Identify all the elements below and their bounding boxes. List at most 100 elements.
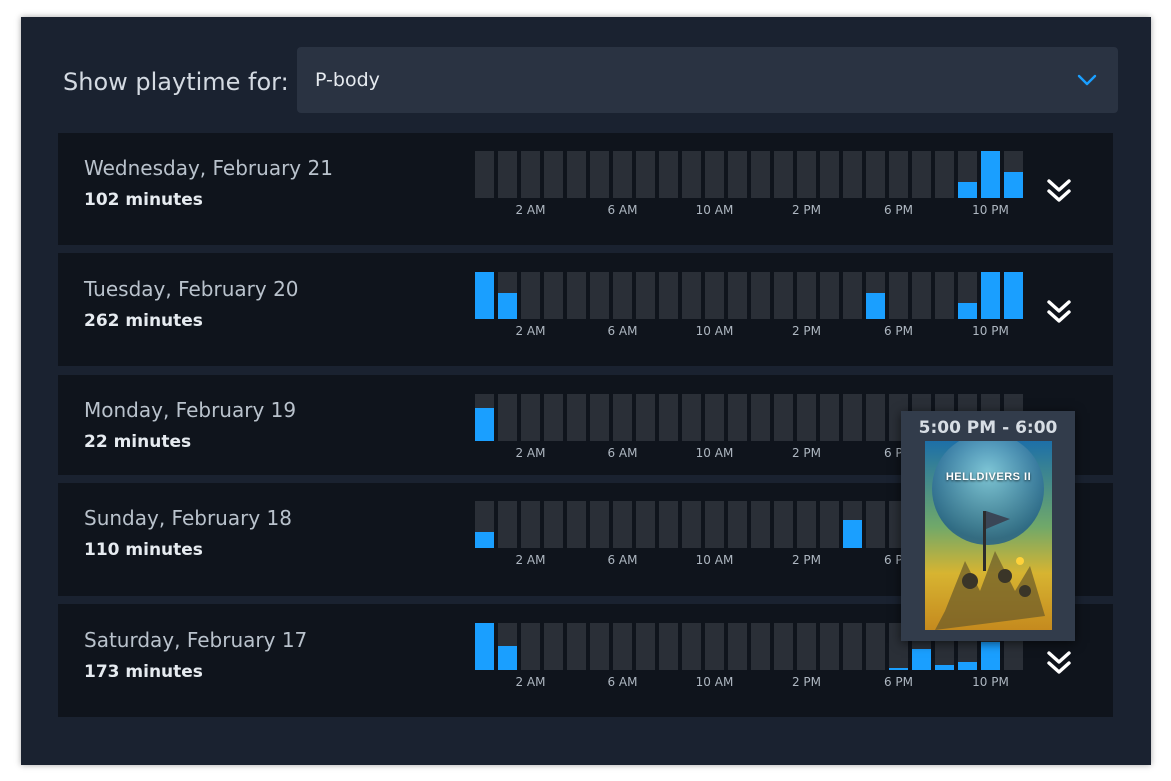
playtime-bar[interactable] (866, 293, 885, 319)
hour-slot[interactable] (682, 272, 701, 319)
hour-slot[interactable] (544, 272, 563, 319)
hour-slot[interactable] (590, 272, 609, 319)
hour-slot[interactable] (659, 394, 678, 441)
hour-slot[interactable] (797, 272, 816, 319)
hour-slot[interactable] (728, 623, 747, 670)
hour-slot[interactable] (590, 394, 609, 441)
hour-slot[interactable] (544, 501, 563, 548)
playtime-bar[interactable] (981, 272, 1000, 319)
hour-slot[interactable] (682, 623, 701, 670)
hour-slot[interactable] (590, 623, 609, 670)
hour-slot[interactable] (774, 272, 793, 319)
hour-slot[interactable] (751, 623, 770, 670)
hour-slot[interactable] (682, 501, 701, 548)
playtime-bar[interactable] (475, 623, 494, 670)
hour-slot[interactable] (728, 151, 747, 198)
hour-slot[interactable] (912, 151, 931, 198)
hour-slot[interactable] (636, 501, 655, 548)
hour-slot[interactable] (728, 501, 747, 548)
playtime-bar[interactable] (498, 293, 517, 319)
playtime-bar[interactable] (843, 520, 862, 548)
hour-slot[interactable] (682, 394, 701, 441)
hour-slot[interactable] (682, 151, 701, 198)
hour-slot[interactable] (613, 394, 632, 441)
game-cover-art[interactable]: HELLDIVERS II (925, 441, 1052, 630)
hour-slot[interactable] (659, 623, 678, 670)
hour-slot[interactable] (820, 272, 839, 319)
hour-slot[interactable] (613, 501, 632, 548)
hour-slot[interactable] (866, 151, 885, 198)
hour-slot[interactable] (774, 151, 793, 198)
hour-slot[interactable] (912, 272, 931, 319)
hour-slot[interactable] (935, 272, 954, 319)
hour-slot[interactable] (544, 151, 563, 198)
playtime-bar[interactable] (912, 649, 931, 670)
hour-slot[interactable] (843, 272, 862, 319)
double-chevron-down-icon[interactable] (1044, 176, 1074, 206)
hour-slot[interactable] (820, 501, 839, 548)
playtime-bar[interactable] (1004, 172, 1023, 198)
hour-slot[interactable] (521, 151, 540, 198)
hour-slot[interactable] (935, 151, 954, 198)
hour-slot[interactable] (636, 151, 655, 198)
hour-slot[interactable] (705, 394, 724, 441)
hour-slot[interactable] (636, 272, 655, 319)
hour-slot[interactable] (889, 151, 908, 198)
hour-slot[interactable] (728, 394, 747, 441)
playtime-bar[interactable] (475, 408, 494, 441)
hour-slot[interactable] (728, 272, 747, 319)
hour-slot[interactable] (843, 623, 862, 670)
playtime-bar[interactable] (475, 532, 494, 548)
hour-slot[interactable] (774, 394, 793, 441)
user-select-dropdown[interactable]: P-body (297, 47, 1118, 113)
hour-slot[interactable] (567, 501, 586, 548)
hour-slot[interactable] (498, 394, 517, 441)
hour-slot[interactable] (705, 501, 724, 548)
hour-slot[interactable] (613, 272, 632, 319)
hour-slot[interactable] (544, 623, 563, 670)
playtime-bar[interactable] (958, 662, 977, 670)
hour-slot[interactable] (590, 151, 609, 198)
playtime-bar[interactable] (498, 646, 517, 670)
hour-slot[interactable] (820, 623, 839, 670)
hour-slot[interactable] (659, 501, 678, 548)
hour-slot[interactable] (705, 623, 724, 670)
hour-slot[interactable] (613, 623, 632, 670)
playtime-bar[interactable] (958, 303, 977, 319)
hour-slot[interactable] (751, 501, 770, 548)
hour-slot[interactable] (521, 623, 540, 670)
hour-slot[interactable] (866, 394, 885, 441)
hour-slot[interactable] (567, 394, 586, 441)
playtime-bar[interactable] (958, 182, 977, 198)
hour-slot[interactable] (751, 151, 770, 198)
hour-slot[interactable] (636, 623, 655, 670)
hour-slot[interactable] (705, 151, 724, 198)
hour-slot[interactable] (636, 394, 655, 441)
hour-slot[interactable] (521, 272, 540, 319)
hour-slot[interactable] (866, 623, 885, 670)
playtime-bar[interactable] (981, 151, 1000, 198)
hour-slot[interactable] (544, 394, 563, 441)
hour-slot[interactable] (659, 272, 678, 319)
hour-slot[interactable] (590, 501, 609, 548)
playtime-bar[interactable] (1004, 272, 1023, 319)
hour-slot[interactable] (889, 272, 908, 319)
hour-slot[interactable] (659, 151, 678, 198)
playtime-bar[interactable] (475, 272, 494, 319)
hour-slot[interactable] (797, 623, 816, 670)
hour-slot[interactable] (521, 394, 540, 441)
hour-slot[interactable] (866, 501, 885, 548)
playtime-bar[interactable] (981, 642, 1000, 670)
hour-slot[interactable] (475, 151, 494, 198)
hour-slot[interactable] (498, 501, 517, 548)
hour-slot[interactable] (774, 623, 793, 670)
playtime-bar[interactable] (889, 668, 908, 670)
hour-slot[interactable] (797, 394, 816, 441)
hour-slot[interactable] (567, 151, 586, 198)
double-chevron-down-icon[interactable] (1044, 648, 1074, 678)
hour-slot[interactable] (567, 272, 586, 319)
double-chevron-down-icon[interactable] (1044, 297, 1074, 327)
hour-slot[interactable] (843, 151, 862, 198)
hour-slot[interactable] (705, 272, 724, 319)
hour-slot[interactable] (567, 623, 586, 670)
